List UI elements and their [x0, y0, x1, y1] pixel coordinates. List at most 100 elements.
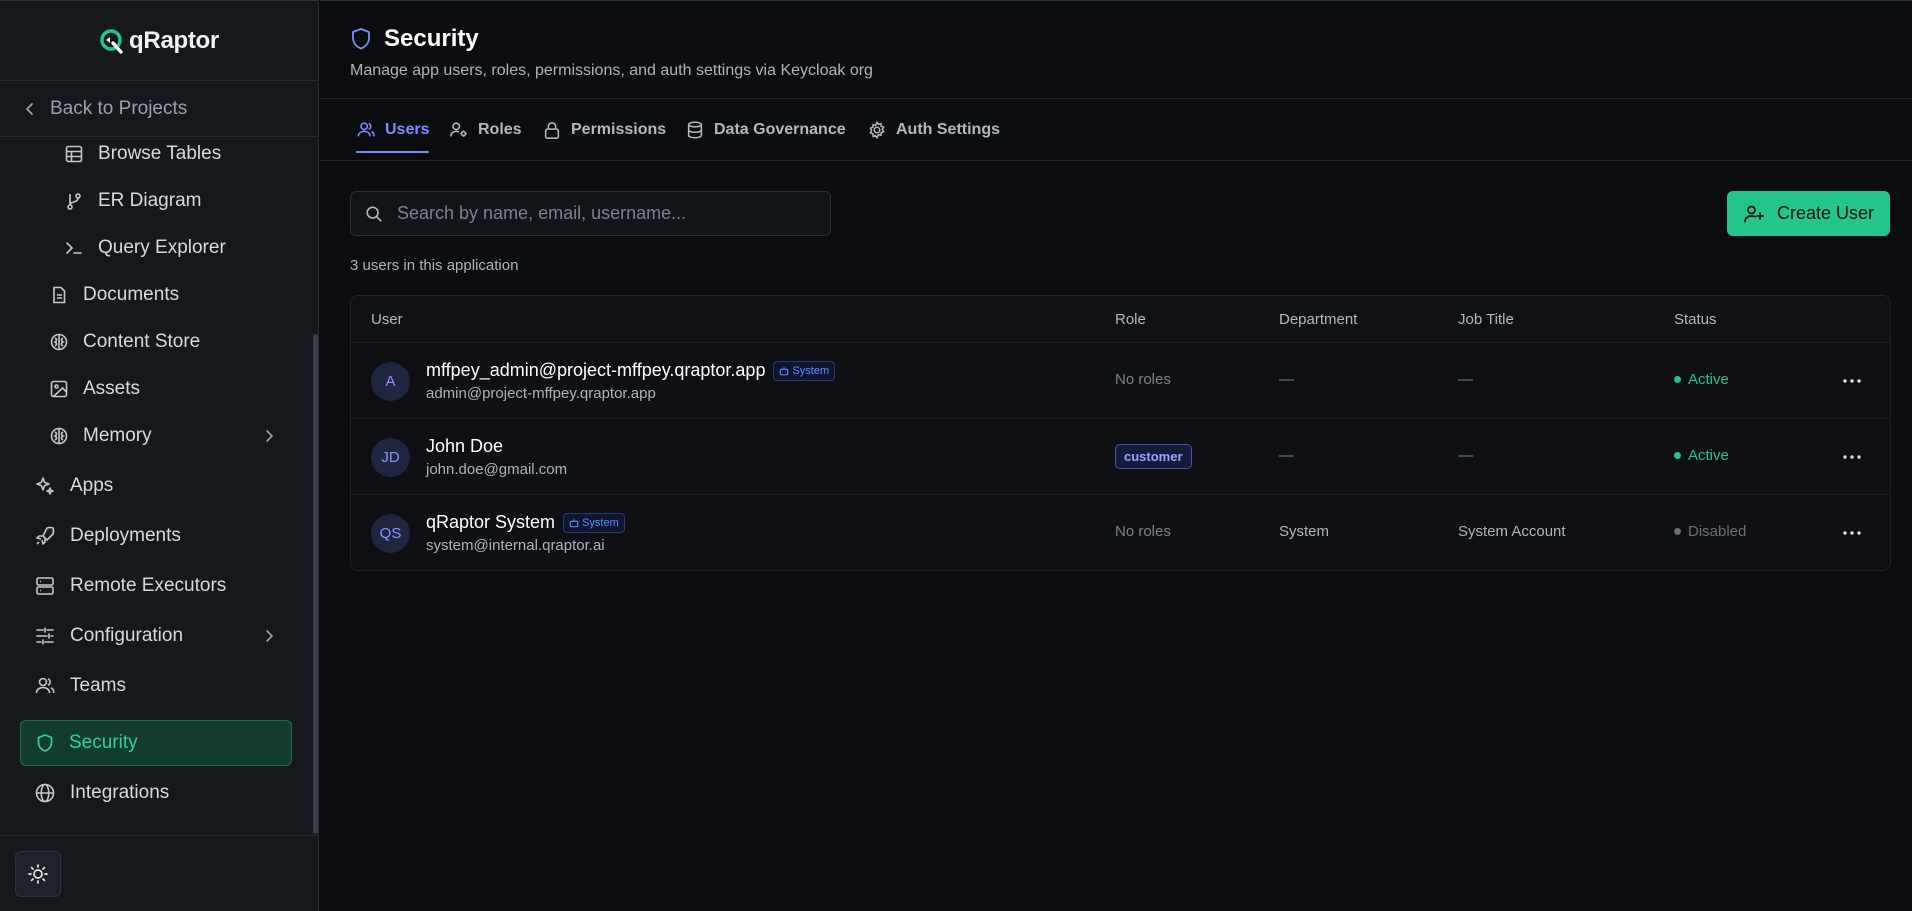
more-horizontal-icon: [1843, 455, 1861, 459]
bot-icon: [569, 518, 579, 527]
user-plus-icon: [1744, 205, 1764, 222]
server-icon: [36, 577, 54, 595]
sidebar-item-browse-tables[interactable]: Browse Tables: [64, 138, 221, 170]
role-cell: No roles: [1115, 371, 1171, 388]
status-badge: Disabled: [1674, 523, 1746, 540]
user-name-cell: John Doe: [426, 436, 503, 457]
column-header-status: Status: [1674, 311, 1717, 328]
sidebar-item-assets[interactable]: Assets: [49, 373, 140, 405]
status-dot: [1674, 452, 1681, 459]
sidebar-item-er-diagram[interactable]: ER Diagram: [64, 185, 201, 217]
sidebar-item-configuration[interactable]: Configuration: [34, 619, 274, 653]
image-icon: [50, 380, 68, 398]
job-title-cell: —: [1458, 447, 1473, 464]
column-header-department: Department: [1279, 311, 1358, 328]
tab-label: Data Governance: [714, 121, 846, 138]
bot-icon: [780, 366, 789, 375]
tab-auth-settings[interactable]: Auth Settings: [867, 99, 1000, 161]
user-name: mffpey_admin@project-mffpey.qraptor.app: [426, 360, 766, 380]
sidebar-item-security[interactable]: Security: [20, 720, 292, 766]
table-icon: [65, 145, 83, 163]
tab-label: Permissions: [571, 121, 667, 138]
sidebar-item-teams[interactable]: Teams: [34, 669, 126, 703]
user-name: John Doe: [426, 436, 504, 456]
gear-icon: [869, 120, 885, 140]
sidebar: qRaptor Back to Projects Browse Tables E…: [0, 0, 319, 911]
avatar: QS: [371, 514, 410, 553]
tab-roles[interactable]: Roles: [449, 99, 522, 161]
sidebar-nav: Browse Tables ER Diagram Query Explorer …: [0, 138, 312, 835]
table-row[interactable]: JD John Doe john.doe@gmail.com customer …: [351, 419, 1890, 495]
qraptor-logo-icon: [100, 28, 123, 54]
role-cell: No roles: [1115, 523, 1171, 540]
system-badge: System: [563, 512, 625, 533]
sliders-icon: [36, 627, 54, 645]
terminal-icon: [66, 242, 82, 254]
tab-users[interactable]: Users: [356, 99, 430, 161]
status-dot: [1674, 528, 1681, 535]
table-header: User Role Department Job Title Status: [351, 296, 1890, 343]
status-label: Active: [1688, 447, 1729, 464]
status-label: Disabled: [1688, 523, 1747, 540]
git-branch-icon: [67, 193, 81, 210]
system-badge-label: System: [582, 516, 619, 529]
chevron-right-icon: [266, 430, 274, 442]
back-to-projects-label: Back to Projects: [50, 97, 188, 119]
sparkles-icon: [36, 477, 54, 495]
create-user-button[interactable]: Create User: [1727, 191, 1890, 236]
chevron-left-icon: [26, 102, 33, 115]
sidebar-item-label: Remote Executors: [70, 575, 227, 596]
users-icon: [357, 122, 375, 137]
row-actions-button[interactable]: [1840, 521, 1864, 545]
sidebar-item-content-store[interactable]: Content Store: [49, 326, 200, 358]
role-badge: customer: [1115, 444, 1192, 469]
user-email: john.doe@gmail.com: [426, 461, 568, 478]
job-title-cell: —: [1458, 371, 1473, 388]
column-header-job-title: Job Title: [1458, 311, 1514, 328]
users-table: User Role Department Job Title Status A …: [350, 295, 1891, 571]
user-name-cell: mffpey_admin@project-mffpey.qraptor.app …: [426, 360, 836, 381]
app-name: qRaptor: [129, 26, 219, 54]
column-header-user: User: [371, 311, 403, 328]
rocket-icon: [36, 526, 55, 545]
avatar: JD: [371, 438, 410, 477]
row-actions-button[interactable]: [1840, 369, 1864, 393]
chevron-right-icon: [266, 630, 274, 642]
sidebar-item-remote-executors[interactable]: Remote Executors: [34, 569, 226, 603]
table-row[interactable]: A mffpey_admin@project-mffpey.qraptor.ap…: [351, 343, 1890, 419]
tab-data-governance[interactable]: Data Governance: [685, 99, 846, 161]
tab-permissions[interactable]: Permissions: [542, 99, 666, 161]
sidebar-item-query-explorer[interactable]: Query Explorer: [64, 232, 226, 264]
search-field[interactable]: [350, 191, 831, 236]
search-input[interactable]: [397, 203, 817, 224]
back-to-projects-link[interactable]: Back to Projects: [0, 81, 318, 137]
page-title: Security: [384, 25, 479, 52]
sidebar-footer: [0, 835, 318, 911]
table-row[interactable]: QS qRaptor System System system@internal…: [351, 495, 1890, 570]
sidebar-item-label: Deployments: [70, 525, 181, 546]
tab-bar: Users Roles Permissions Data Governance …: [320, 99, 1912, 161]
sidebar-item-integrations[interactable]: Integrations: [34, 776, 169, 810]
app-logo[interactable]: qRaptor: [0, 1, 318, 81]
sidebar-item-label: Memory: [83, 425, 152, 446]
sidebar-item-apps[interactable]: Apps: [34, 469, 113, 503]
sidebar-item-label: Apps: [70, 475, 114, 496]
user-name-cell: qRaptor System System: [426, 512, 625, 533]
page-header: Security Manage app users, roles, permis…: [320, 1, 1912, 99]
sidebar-item-documents[interactable]: Documents: [49, 279, 179, 311]
shield-icon: [37, 734, 53, 752]
sidebar-item-label: ER Diagram: [98, 190, 202, 211]
department-cell: —: [1279, 371, 1294, 388]
row-actions-button[interactable]: [1840, 445, 1864, 469]
sidebar-item-label: Teams: [70, 675, 126, 696]
status-badge: Active: [1674, 371, 1729, 388]
users-icon: [35, 677, 55, 694]
sidebar-item-deployments[interactable]: Deployments: [34, 519, 181, 553]
sidebar-item-memory[interactable]: Memory: [49, 420, 274, 452]
department-cell: —: [1279, 447, 1294, 464]
theme-toggle-button[interactable]: [15, 851, 61, 897]
more-horizontal-icon: [1843, 379, 1861, 383]
sidebar-item-label: Documents: [83, 284, 180, 305]
database-icon: [687, 121, 703, 139]
sidebar-scrollbar[interactable]: [313, 334, 318, 834]
